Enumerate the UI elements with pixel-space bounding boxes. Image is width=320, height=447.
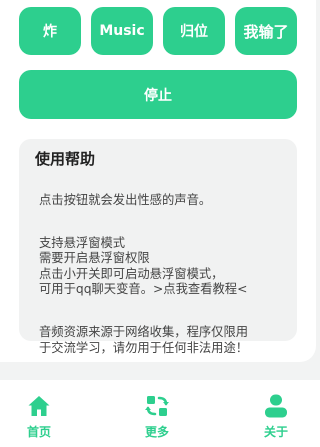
nav-item-home[interactable]: 首页 xyxy=(0,380,79,447)
sound-button-music[interactable]: Music xyxy=(91,7,153,55)
nav-item-about[interactable]: 关于 xyxy=(236,380,316,447)
sound-button-guiwei[interactable]: 归位 xyxy=(163,7,225,55)
nav-label-about: 关于 xyxy=(263,425,288,439)
help-paragraph-floating[interactable]: 支持悬浮窗模式 需要开启悬浮窗权限 点击小开关即可启动悬浮窗模式， 可用于qq聊… xyxy=(39,236,283,298)
help-paragraph-disclaimer: 音频资源来源于网络收集，程序仅限用 于交流学习，请勿用于任何非法用途！ xyxy=(39,325,249,355)
nav-item-more[interactable]: 更多 xyxy=(117,380,197,447)
bottom-navigation: 首页 更多 关于 xyxy=(0,380,320,447)
stop-button[interactable]: 停止 xyxy=(19,70,297,119)
main-panel: 炸 Music 归位 我输了 停止 使用帮助 点击按钮就会发出性感的声音。 支持… xyxy=(0,0,316,362)
refresh-swap-icon xyxy=(145,396,169,416)
nav-label-more: 更多 xyxy=(144,425,169,439)
help-card: 使用帮助 点击按钮就会发出性感的声音。 支持悬浮窗模式 需要开启悬浮窗权限 点击… xyxy=(19,139,297,355)
sound-button-woshule[interactable]: 我输了 xyxy=(235,7,297,55)
person-icon xyxy=(265,394,287,418)
nav-label-home: 首页 xyxy=(26,425,51,439)
help-body: 点击按钮就会发出性感的声音。 支持悬浮窗模式 需要开启悬浮窗权限 点击小开关即可… xyxy=(35,177,283,384)
help-title: 使用帮助 xyxy=(35,150,96,168)
help-paragraph-intro: 点击按钮就会发出性感的声音。 xyxy=(39,192,212,207)
sound-button-zha[interactable]: 炸 xyxy=(19,7,81,55)
home-icon xyxy=(28,396,50,416)
